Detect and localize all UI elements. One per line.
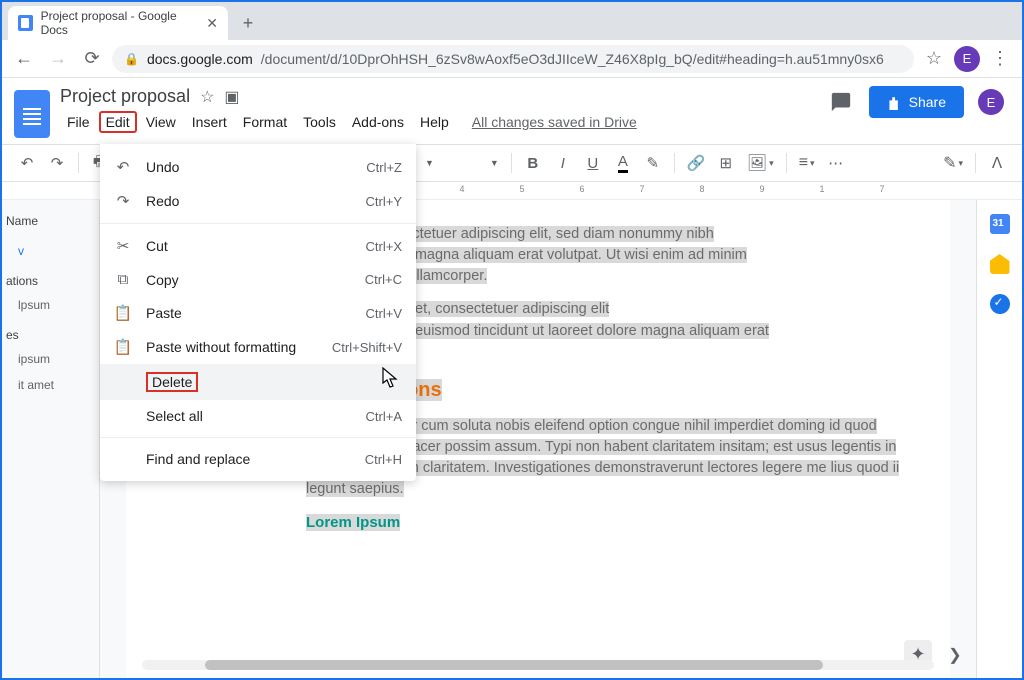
menu-item-cut[interactable]: ✂ Cut Ctrl+X <box>100 229 416 263</box>
menu-item-label: Copy <box>146 272 351 288</box>
menu-item-shortcut: Ctrl+A <box>366 409 402 424</box>
menu-item-shortcut: Ctrl+V <box>366 306 402 321</box>
calendar-icon[interactable] <box>990 214 1010 234</box>
menu-bar: FileEditViewInsertFormatToolsAdd-onsHelp… <box>60 111 817 133</box>
menu-item-label: Paste <box>146 305 352 321</box>
menu-item-label: Redo <box>146 193 352 209</box>
horizontal-scrollbar[interactable] <box>142 660 934 670</box>
docs-logo[interactable] <box>14 90 50 138</box>
font-dropdown[interactable]: ▼ <box>421 158 438 168</box>
collapse-toolbar-icon[interactable]: ᐱ <box>984 150 1010 176</box>
save-status[interactable]: All changes saved in Drive <box>472 114 637 130</box>
menu-item-undo[interactable]: ↶ Undo Ctrl+Z <box>100 150 416 184</box>
profile-avatar[interactable]: E <box>954 46 980 72</box>
menu-item-icon: ⧉ <box>114 271 132 288</box>
side-panel <box>976 200 1022 678</box>
menu-help[interactable]: Help <box>413 111 456 133</box>
menu-item-label: Find and replace <box>146 451 351 467</box>
forward-button[interactable]: → <box>44 45 72 73</box>
star-icon[interactable]: ☆ <box>200 87 214 107</box>
outline-heading[interactable]: ations <box>6 274 87 288</box>
share-button[interactable]: Share <box>869 86 964 118</box>
undo-icon[interactable]: ↶ <box>14 150 40 176</box>
url-host: docs.google.com <box>147 51 253 67</box>
menu-item-redo[interactable]: ↷ Redo Ctrl+Y <box>100 184 416 218</box>
bold-icon[interactable]: B <box>520 150 546 176</box>
menu-file[interactable]: File <box>60 111 97 133</box>
underline-icon[interactable]: U <box>580 150 606 176</box>
edit-menu-dropdown: ↶ Undo Ctrl+Z ↷ Redo Ctrl+Y ✂ Cut Ctrl+X ⧉ Copy Ctr… <box>100 144 416 481</box>
menu-item-icon: ↶ <box>114 158 132 176</box>
menu-item-paste[interactable]: 📋 Paste Ctrl+V <box>100 296 416 330</box>
more-tools-icon[interactable]: ⋯ <box>823 150 849 176</box>
new-tab-button[interactable]: + <box>234 9 262 37</box>
menu-insert[interactable]: Insert <box>185 111 234 133</box>
browser-menu-icon[interactable]: ⋮ <box>986 45 1014 73</box>
menu-item-label: Select all <box>146 408 352 424</box>
text-color-icon[interactable]: A <box>610 150 636 176</box>
tasks-icon[interactable] <box>990 294 1010 314</box>
menu-item-icon: 📋 <box>114 304 132 322</box>
menu-item-copy[interactable]: ⧉ Copy Ctrl+C <box>100 263 416 296</box>
address-bar: ← → ⟳ 🔒 docs.google.com/document/d/10Dpr… <box>2 40 1022 78</box>
back-button[interactable]: ← <box>10 45 38 73</box>
keep-icon[interactable] <box>990 254 1010 274</box>
align-icon[interactable]: ≡▾ <box>795 154 819 172</box>
browser-tab-bar: Project proposal - Google Docs ✕ + <box>2 2 1022 40</box>
outline-item[interactable]: it amet <box>12 372 93 398</box>
subheading: Lorem Ipsum <box>306 514 950 531</box>
tab-title: Project proposal - Google Docs <box>41 9 193 37</box>
menu-item-shortcut: Ctrl+Y <box>366 194 402 209</box>
url-input[interactable]: 🔒 docs.google.com/document/d/10DprOhHSH_… <box>112 45 914 73</box>
size-dropdown[interactable]: ▼ <box>486 158 503 168</box>
outline-item[interactable]: lpsum <box>12 292 93 318</box>
menu-item-select-all[interactable]: Select all Ctrl+A <box>100 400 416 432</box>
menu-item-paste-without-formatting[interactable]: 📋 Paste without formatting Ctrl+Shift+V <box>100 330 416 364</box>
image-icon[interactable]: 🖼▾ <box>743 153 778 173</box>
menu-item-label: Delete <box>146 372 198 392</box>
outline-item[interactable]: ipsum <box>12 346 93 372</box>
menu-format[interactable]: Format <box>236 111 294 133</box>
menu-item-icon: ↷ <box>114 192 132 210</box>
browser-tab[interactable]: Project proposal - Google Docs ✕ <box>8 6 228 40</box>
document-title[interactable]: Project proposal <box>60 86 190 107</box>
menu-add-ons[interactable]: Add-ons <box>345 111 411 133</box>
document-outline: Name v ations lpsum es ipsum it amet <box>2 200 100 678</box>
account-avatar[interactable]: E <box>978 89 1004 115</box>
tab-close-icon[interactable]: ✕ <box>206 15 218 32</box>
menu-item-icon: 📋 <box>114 338 132 356</box>
menu-item-find-and-replace[interactable]: Find and replace Ctrl+H <box>100 443 416 475</box>
menu-item-shortcut: Ctrl+X <box>366 239 402 254</box>
menu-item-label: Cut <box>146 238 352 254</box>
outline-item[interactable]: v <box>12 238 93 264</box>
redo-icon[interactable]: ↷ <box>44 150 70 176</box>
comment-add-icon[interactable]: ⊞ <box>713 150 739 176</box>
outline-heading[interactable]: es <box>6 328 87 342</box>
italic-icon[interactable]: I <box>550 150 576 176</box>
menu-item-shortcut: Ctrl+Z <box>366 160 402 175</box>
comments-icon[interactable] <box>827 88 855 116</box>
menu-item-label: Undo <box>146 159 352 175</box>
editing-mode-icon[interactable]: ✎▾ <box>939 153 967 173</box>
bookmark-star-icon[interactable]: ☆ <box>920 45 948 73</box>
lock-icon: 🔒 <box>124 52 139 66</box>
move-folder-icon[interactable]: ▣ <box>224 87 239 107</box>
menu-item-delete[interactable]: Delete <box>100 364 416 400</box>
menu-item-shortcut: Ctrl+H <box>365 452 402 467</box>
menu-tools[interactable]: Tools <box>296 111 343 133</box>
menu-edit[interactable]: Edit <box>99 111 137 133</box>
menu-item-shortcut: Ctrl+Shift+V <box>332 340 402 355</box>
menu-item-icon: ✂ <box>114 237 132 255</box>
url-path: /document/d/10DprOhHSH_6zSv8wAoxf5eO3dJI… <box>261 51 884 67</box>
menu-view[interactable]: View <box>139 111 183 133</box>
reload-button[interactable]: ⟳ <box>78 45 106 73</box>
outline-heading[interactable]: Name <box>6 214 87 228</box>
highlight-icon[interactable]: ✎ <box>640 150 666 176</box>
link-icon[interactable]: 🔗 <box>683 150 709 176</box>
menu-item-label: Paste without formatting <box>146 339 318 355</box>
docs-favicon <box>18 15 33 31</box>
menu-item-shortcut: Ctrl+C <box>365 272 402 287</box>
